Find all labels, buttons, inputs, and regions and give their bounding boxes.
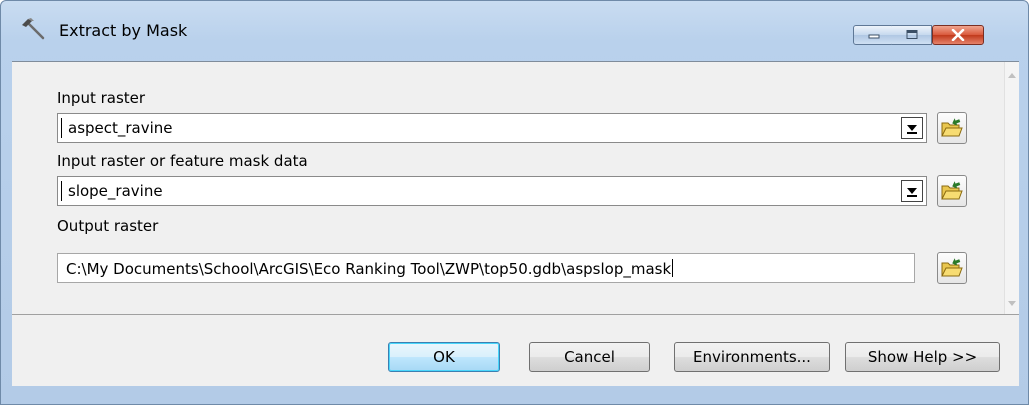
- window-title: Extract by Mask: [59, 21, 188, 40]
- open-folder-icon: [941, 181, 963, 200]
- dialog-client-area: Input raster aspect_ravine Input raster …: [12, 61, 1019, 386]
- environments-button[interactable]: Environments...: [674, 342, 830, 372]
- input-raster-value: aspect_ravine: [61, 118, 173, 138]
- button-bar-divider: [12, 314, 1019, 315]
- ok-button[interactable]: OK: [388, 342, 500, 372]
- minimize-icon: [868, 34, 879, 39]
- open-folder-icon: [941, 118, 963, 137]
- text-caret: [672, 259, 674, 277]
- mask-data-browse-button[interactable]: [937, 175, 967, 207]
- scroll-up-arrow-icon[interactable]: [1008, 73, 1016, 78]
- input-raster-label: Input raster: [57, 89, 146, 107]
- dialog-window: Extract by Mask Input raster aspect_ravi…: [0, 0, 1029, 405]
- maximize-icon: [906, 30, 917, 39]
- parameters-panel: Input raster aspect_ravine Input raster …: [12, 62, 1004, 314]
- mask-data-combo[interactable]: slope_ravine: [57, 176, 927, 206]
- open-folder-icon: [941, 258, 963, 277]
- show-help-button[interactable]: Show Help >>: [845, 342, 1000, 372]
- close-icon: [951, 29, 965, 41]
- mask-data-value: slope_ravine: [61, 181, 163, 201]
- output-raster-input[interactable]: C:\My Documents\School\ArcGIS\Eco Rankin…: [57, 253, 915, 283]
- hammer-icon: [21, 18, 47, 40]
- chevron-down-icon[interactable]: [901, 180, 923, 202]
- input-raster-combo[interactable]: aspect_ravine: [57, 113, 927, 143]
- input-raster-browse-button[interactable]: [937, 112, 967, 144]
- minimize-button[interactable]: [853, 25, 894, 45]
- output-raster-value: C:\My Documents\School\ArcGIS\Eco Rankin…: [66, 260, 672, 278]
- scroll-down-arrow-icon[interactable]: [1008, 301, 1016, 306]
- mask-data-label: Input raster or feature mask data: [57, 152, 308, 170]
- vertical-scrollbar[interactable]: [1004, 62, 1019, 314]
- close-button[interactable]: [932, 25, 984, 45]
- cancel-button[interactable]: Cancel: [529, 342, 650, 372]
- output-raster-label: Output raster: [57, 217, 159, 235]
- maximize-button[interactable]: [892, 25, 932, 45]
- chevron-down-icon[interactable]: [901, 117, 923, 139]
- title-bar[interactable]: Extract by Mask: [1, 1, 1028, 49]
- output-raster-browse-button[interactable]: [937, 252, 967, 284]
